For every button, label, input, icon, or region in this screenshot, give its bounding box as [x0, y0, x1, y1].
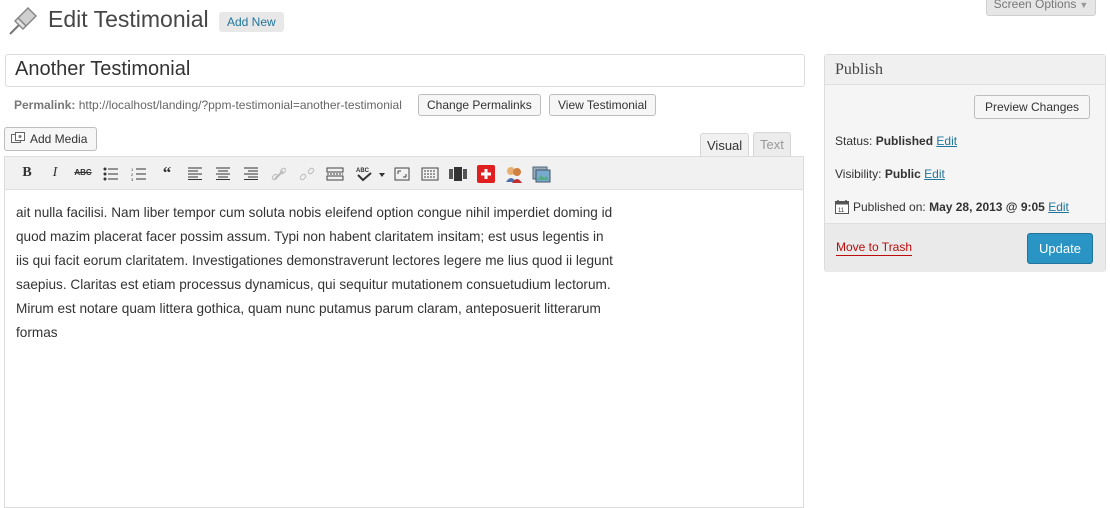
- gallery-icon[interactable]: [531, 163, 553, 183]
- permalink-label: Permalink:: [14, 98, 76, 112]
- published-label: Published on:: [853, 200, 926, 214]
- screen-options-label: Screen Options: [993, 0, 1077, 11]
- visibility-edit-link[interactable]: Edit: [924, 167, 945, 181]
- status-label: Status:: [835, 134, 873, 148]
- publish-actions: Move to Trash Update: [825, 223, 1105, 272]
- italic-icon[interactable]: I: [44, 163, 66, 183]
- svg-text:11: 11: [838, 208, 845, 214]
- status-edit-link[interactable]: Edit: [936, 134, 957, 148]
- editor-content[interactable]: ait nulla facilisi. Nam liber tempor cum…: [16, 201, 656, 345]
- content-line: ait nulla facilisi. Nam liber tempor cum…: [16, 205, 613, 220]
- publish-box: Publish Preview Changes Status: Publishe…: [824, 54, 1106, 272]
- add-media-label: Add Media: [30, 132, 88, 146]
- visibility-label: Visibility:: [835, 167, 882, 181]
- insert-more-icon[interactable]: [324, 163, 346, 183]
- permalink-row: Permalink: http://localhost/landing/?ppm…: [14, 98, 402, 112]
- publish-header[interactable]: Publish: [825, 55, 1105, 85]
- visibility-value: Public: [884, 167, 921, 181]
- screen-options-button[interactable]: Screen Options ▼: [986, 0, 1096, 16]
- add-new-button[interactable]: Add New: [219, 12, 284, 32]
- status-value: Published: [875, 134, 934, 148]
- publish-title: Publish: [835, 61, 884, 78]
- link-icon[interactable]: [268, 163, 290, 183]
- editor-toolbar: B I ABC 123 “ ABC: [5, 157, 803, 190]
- change-permalinks-button[interactable]: Change Permalinks: [418, 94, 541, 116]
- triangle-down-icon: ▼: [1079, 0, 1089, 10]
- page-title: Edit Testimonial: [48, 6, 209, 32]
- content-line: quod mazim placerat facer possim assum. …: [16, 229, 604, 244]
- bullet-list-icon[interactable]: [100, 163, 122, 183]
- align-center-icon[interactable]: [212, 163, 234, 183]
- editor: B I ABC 123 “ ABC ait nulla facilisi. Na…: [4, 156, 804, 508]
- slider-icon[interactable]: [447, 163, 469, 183]
- permalink-url[interactable]: http://localhost/landing/?ppm-testimonia…: [79, 98, 402, 112]
- pushpin-icon: [4, 4, 40, 40]
- bold-icon[interactable]: B: [16, 163, 38, 183]
- media-icon: [11, 130, 25, 143]
- title-field-wrapper: [5, 54, 805, 87]
- view-testimonial-button[interactable]: View Testimonial: [549, 94, 656, 116]
- calendar-icon: 11: [835, 199, 849, 214]
- content-line: Mirum est notare quam littera gothica, q…: [16, 301, 601, 316]
- align-left-icon[interactable]: [184, 163, 206, 183]
- content-line: iis qui facit eorum claritatem. Investig…: [16, 253, 613, 268]
- spellcheck-icon[interactable]: ABC: [354, 163, 390, 183]
- status-row: Status: Published Edit: [835, 134, 957, 148]
- blockquote-icon[interactable]: “: [156, 163, 178, 183]
- published-on-row: 11 Published on: May 28, 2013 @ 9:05 Edi…: [835, 199, 1069, 214]
- published-value: May 28, 2013 @ 9:05: [929, 200, 1045, 214]
- preview-changes-button[interactable]: Preview Changes: [974, 95, 1091, 119]
- tab-visual[interactable]: Visual: [700, 133, 750, 158]
- strikethrough-icon[interactable]: ABC: [72, 163, 94, 183]
- unlink-icon[interactable]: [296, 163, 318, 183]
- svg-text:3: 3: [131, 177, 134, 181]
- people-icon[interactable]: [503, 163, 525, 183]
- move-to-trash-link[interactable]: Move to Trash: [836, 240, 913, 256]
- title-input[interactable]: [6, 55, 804, 84]
- fullscreen-icon[interactable]: [391, 163, 413, 183]
- published-edit-link[interactable]: Edit: [1048, 200, 1069, 214]
- svg-text:ABC: ABC: [356, 168, 370, 174]
- content-line: saepius. Claritas est etiam processus dy…: [16, 277, 611, 292]
- visibility-row: Visibility: Public Edit: [835, 167, 945, 181]
- tab-text[interactable]: Text: [753, 132, 791, 157]
- update-button[interactable]: Update: [1027, 233, 1093, 264]
- numbered-list-icon[interactable]: 123: [128, 163, 150, 183]
- add-media-button[interactable]: Add Media: [4, 127, 98, 151]
- kitchen-sink-icon[interactable]: [419, 163, 441, 183]
- content-line: formas: [16, 325, 58, 340]
- align-right-icon[interactable]: [240, 163, 262, 183]
- plus-icon[interactable]: [475, 163, 497, 183]
